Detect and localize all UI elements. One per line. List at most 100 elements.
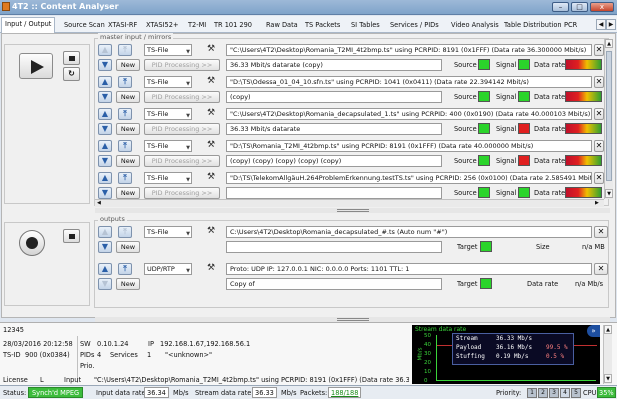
move-top-icon[interactable]: ⤒ xyxy=(118,172,132,184)
tab-source-scan[interactable]: Source Scan xyxy=(61,19,108,33)
priority-button[interactable]: 3 xyxy=(549,388,559,398)
move-top-icon[interactable]: ⤒ xyxy=(118,263,132,275)
move-down-icon[interactable]: ▼ xyxy=(98,241,112,253)
input-path-field[interactable]: "C:\Users\4T2\Desktop\Romania_decapsulat… xyxy=(226,108,592,120)
hscroll-right-icon[interactable]: ▶ xyxy=(595,200,599,206)
move-down-icon[interactable]: ▼ xyxy=(98,278,112,290)
new-button[interactable]: New xyxy=(116,123,140,135)
remove-icon[interactable]: ✕ xyxy=(594,140,604,152)
settings-tools-icon[interactable]: ⚒ xyxy=(204,108,218,120)
move-down-icon[interactable]: ▼ xyxy=(98,123,112,135)
new-button[interactable]: New xyxy=(116,59,140,71)
inputs-hscrollbar[interactable]: ◀ ▶ xyxy=(95,199,604,207)
move-top-icon[interactable]: ⤒ xyxy=(118,108,132,120)
source-type-select[interactable]: TS-File ▼ xyxy=(144,172,192,184)
close-button[interactable]: x xyxy=(590,2,614,12)
move-top-icon[interactable]: ⤒ xyxy=(118,226,132,238)
output-type-select[interactable]: UDP/RTP ▼ xyxy=(144,263,192,275)
move-down-icon[interactable]: ▼ xyxy=(98,187,112,199)
settings-tools-icon[interactable]: ⚒ xyxy=(204,172,218,184)
new-button[interactable]: New xyxy=(116,278,140,290)
input-path-field[interactable]: "C:\Users\4T2\Desktop\Romania_T2MI_4t2bm… xyxy=(226,44,592,56)
settings-tools-icon[interactable]: ⚒ xyxy=(204,140,218,152)
source-type-select[interactable]: TS-File ▼ xyxy=(144,44,192,56)
tab-raw-data[interactable]: Raw Data xyxy=(263,19,301,33)
move-up-icon[interactable]: ▲ xyxy=(98,44,112,56)
source-type-select[interactable]: TS-File ▼ xyxy=(144,140,192,152)
tab-table-distribution[interactable]: Table Distribution xyxy=(501,19,565,33)
tab-scroll-left-icon[interactable]: ◀ xyxy=(596,19,606,30)
tab-si-tables[interactable]: SI Tables xyxy=(348,19,383,33)
new-button[interactable]: New xyxy=(116,187,140,199)
move-top-icon[interactable]: ⤒ xyxy=(118,44,132,56)
move-up-icon[interactable]: ▲ xyxy=(98,263,112,275)
scroll-up-icon[interactable]: ▲ xyxy=(605,39,613,48)
priority-button[interactable]: 5 xyxy=(571,388,581,398)
tab-xtasi-rf[interactable]: XTASI-RF xyxy=(105,19,140,33)
priority-button[interactable]: 1 xyxy=(527,388,537,398)
move-up-icon[interactable]: ▲ xyxy=(98,76,112,88)
output-path-field[interactable]: Proto: UDP IP: 127.0.0.1 NIC: 0.0.0.0 Po… xyxy=(226,263,592,275)
move-down-icon[interactable]: ▼ xyxy=(98,91,112,103)
remove-icon[interactable]: ✕ xyxy=(594,44,604,56)
pid-processing-button[interactable]: PID Processing >> xyxy=(144,123,220,135)
tab-pcr[interactable]: PCR xyxy=(561,19,580,33)
info-scrollbar[interactable]: ▲ ▼ xyxy=(603,325,612,384)
hscroll-left-icon[interactable]: ◀ xyxy=(97,200,101,206)
minimize-button[interactable]: – xyxy=(552,2,569,12)
source-type-select[interactable]: TS-File ▼ xyxy=(144,108,192,120)
new-button[interactable]: New xyxy=(116,155,140,167)
tab-t2mi[interactable]: T2-MI xyxy=(185,19,209,33)
play-button[interactable] xyxy=(19,53,53,79)
scroll-down-icon[interactable]: ▼ xyxy=(605,189,613,198)
new-button[interactable]: New xyxy=(116,91,140,103)
remove-icon[interactable]: ✕ xyxy=(594,76,604,88)
maximize-button[interactable]: □ xyxy=(571,2,588,12)
output-type-select[interactable]: TS-File ▼ xyxy=(144,226,192,238)
move-top-icon[interactable]: ⤒ xyxy=(118,140,132,152)
output-path-field[interactable]: C:\Users\4T2\Desktop\Romania_decapsulate… xyxy=(226,226,592,238)
stop-button[interactable] xyxy=(63,51,80,65)
scroll-thumb[interactable] xyxy=(606,51,612,181)
move-down-icon[interactable]: ▼ xyxy=(98,155,112,167)
tab-ts-packets[interactable]: TS Packets xyxy=(302,19,343,33)
move-up-icon[interactable]: ▲ xyxy=(98,172,112,184)
source-type-select[interactable]: TS-File ▼ xyxy=(144,76,192,88)
tab-tr101290[interactable]: TR 101 290 xyxy=(211,19,255,33)
pid-processing-button[interactable]: PID Processing >> xyxy=(144,59,220,71)
move-top-icon[interactable]: ⤒ xyxy=(118,76,132,88)
tab-scroll-right-icon[interactable]: ▶ xyxy=(606,19,616,30)
priority-button[interactable]: 2 xyxy=(538,388,548,398)
priority-button[interactable]: 4 xyxy=(560,388,570,398)
settings-tools-icon[interactable]: ⚒ xyxy=(204,263,218,275)
tab-services-pids[interactable]: Services / PIDs xyxy=(387,19,442,33)
record-button[interactable] xyxy=(19,230,45,256)
remove-icon[interactable]: ✕ xyxy=(594,172,604,184)
tab-video-analysis[interactable]: Video Analysis xyxy=(448,19,502,33)
reload-icon[interactable]: ↻ xyxy=(63,67,80,81)
info-scroll-up-icon[interactable]: ▲ xyxy=(604,325,612,334)
inputs-scrollbar[interactable]: ▲ ▼ xyxy=(604,39,613,199)
pid-processing-button[interactable]: PID Processing >> xyxy=(144,187,220,199)
input-path-field[interactable]: "D:\TS\Odessa_01_04_10.sfn.ts" using PCR… xyxy=(226,76,592,88)
move-up-icon[interactable]: ▲ xyxy=(98,140,112,152)
settings-tools-icon[interactable]: ⚒ xyxy=(204,76,218,88)
remove-icon[interactable]: ✕ xyxy=(594,263,608,275)
settings-tools-icon[interactable]: ⚒ xyxy=(204,226,218,238)
tab-input-output[interactable]: Input / Output xyxy=(1,17,56,33)
move-down-icon[interactable]: ▼ xyxy=(98,59,112,71)
info-scroll-down-icon[interactable]: ▼ xyxy=(604,374,612,383)
input-path-field[interactable]: "D:\TS\TelekomAllgäuH.264ProblemErkennun… xyxy=(226,172,592,184)
remove-icon[interactable]: ✕ xyxy=(594,108,604,120)
new-button[interactable]: New xyxy=(116,241,140,253)
move-up-icon[interactable]: ▲ xyxy=(98,226,112,238)
output-stop-button[interactable] xyxy=(63,229,80,243)
graph-expand-icon[interactable]: » xyxy=(587,325,600,337)
splitter-top[interactable] xyxy=(95,208,610,213)
input-path-field[interactable]: "D:\TS\Romania_T2MI_4t2bmp.ts" using PCR… xyxy=(226,140,592,152)
remove-icon[interactable]: ✕ xyxy=(594,226,608,238)
move-up-icon[interactable]: ▲ xyxy=(98,108,112,120)
settings-tools-icon[interactable]: ⚒ xyxy=(204,44,218,56)
pid-processing-button[interactable]: PID Processing >> xyxy=(144,155,220,167)
pid-processing-button[interactable]: PID Processing >> xyxy=(144,91,220,103)
